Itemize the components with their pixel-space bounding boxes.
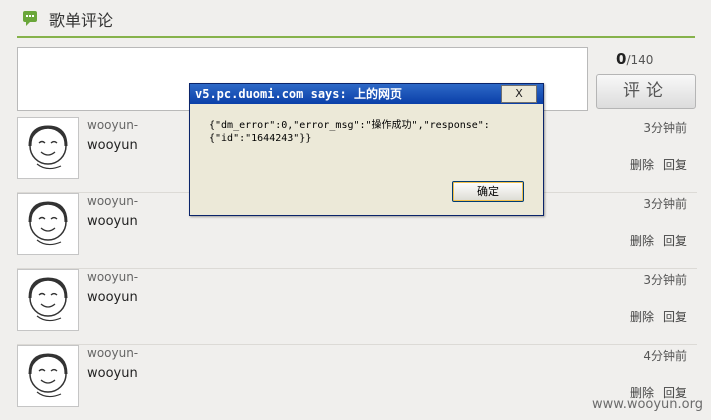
comment-text: wooyun	[87, 366, 138, 381]
avatar-face-icon	[28, 353, 68, 398]
alert-dialog: v5.pc.duomi.com says: 上的网页 X {"dm_error"…	[189, 83, 544, 216]
comment-actions: 删除 回复	[621, 308, 687, 325]
char-counter: 0/140	[616, 50, 653, 68]
avatar[interactable]	[17, 117, 79, 179]
comment-icon	[23, 11, 37, 26]
avatar-face-icon	[28, 201, 68, 246]
comment-time: 4分钟前	[643, 349, 687, 363]
ok-button[interactable]: 确定	[452, 181, 524, 202]
avatar[interactable]	[17, 345, 79, 407]
comment-text: wooyun	[87, 214, 138, 229]
reply-button[interactable]: 回复	[663, 310, 687, 324]
section-title: 歌单评论	[49, 11, 114, 30]
comment-actions: 删除 回复	[621, 156, 687, 173]
reply-button[interactable]: 回复	[663, 234, 687, 248]
avatar[interactable]	[17, 193, 79, 255]
comment-text: wooyun	[87, 138, 138, 153]
char-count-current: 0	[616, 50, 627, 68]
watermark: www.wooyun.org	[591, 397, 703, 412]
dialog-title: v5.pc.duomi.com says: 上的网页	[190, 84, 543, 104]
comment-item: wooyun- wooyun 3分钟前 删除 回复	[17, 268, 697, 345]
delete-button[interactable]: 删除	[630, 234, 654, 248]
comment-text: wooyun	[87, 290, 138, 305]
delete-button[interactable]: 删除	[630, 158, 654, 172]
avatar-face-icon	[28, 125, 68, 170]
comment-author[interactable]: wooyun-	[87, 194, 138, 208]
comment-time: 3分钟前	[643, 197, 687, 211]
char-count-max: /140	[626, 53, 654, 67]
comment-actions: 删除 回复	[621, 232, 687, 249]
section-header: 歌单评论	[17, 0, 695, 38]
delete-button[interactable]: 删除	[630, 310, 654, 324]
comment-time: 3分钟前	[643, 273, 687, 287]
comment-author[interactable]: wooyun-	[87, 270, 138, 284]
avatar[interactable]	[17, 269, 79, 331]
comment-time: 3分钟前	[643, 121, 687, 135]
submit-comment-button[interactable]: 评论	[596, 74, 696, 109]
avatar-face-icon	[28, 277, 68, 322]
reply-button[interactable]: 回复	[663, 158, 687, 172]
close-icon[interactable]: X	[501, 85, 537, 103]
dialog-message: {"dm_error":0,"error_msg":"操作成功","respon…	[209, 120, 490, 144]
comment-author[interactable]: wooyun-	[87, 346, 138, 360]
comment-author[interactable]: wooyun-	[87, 118, 138, 132]
